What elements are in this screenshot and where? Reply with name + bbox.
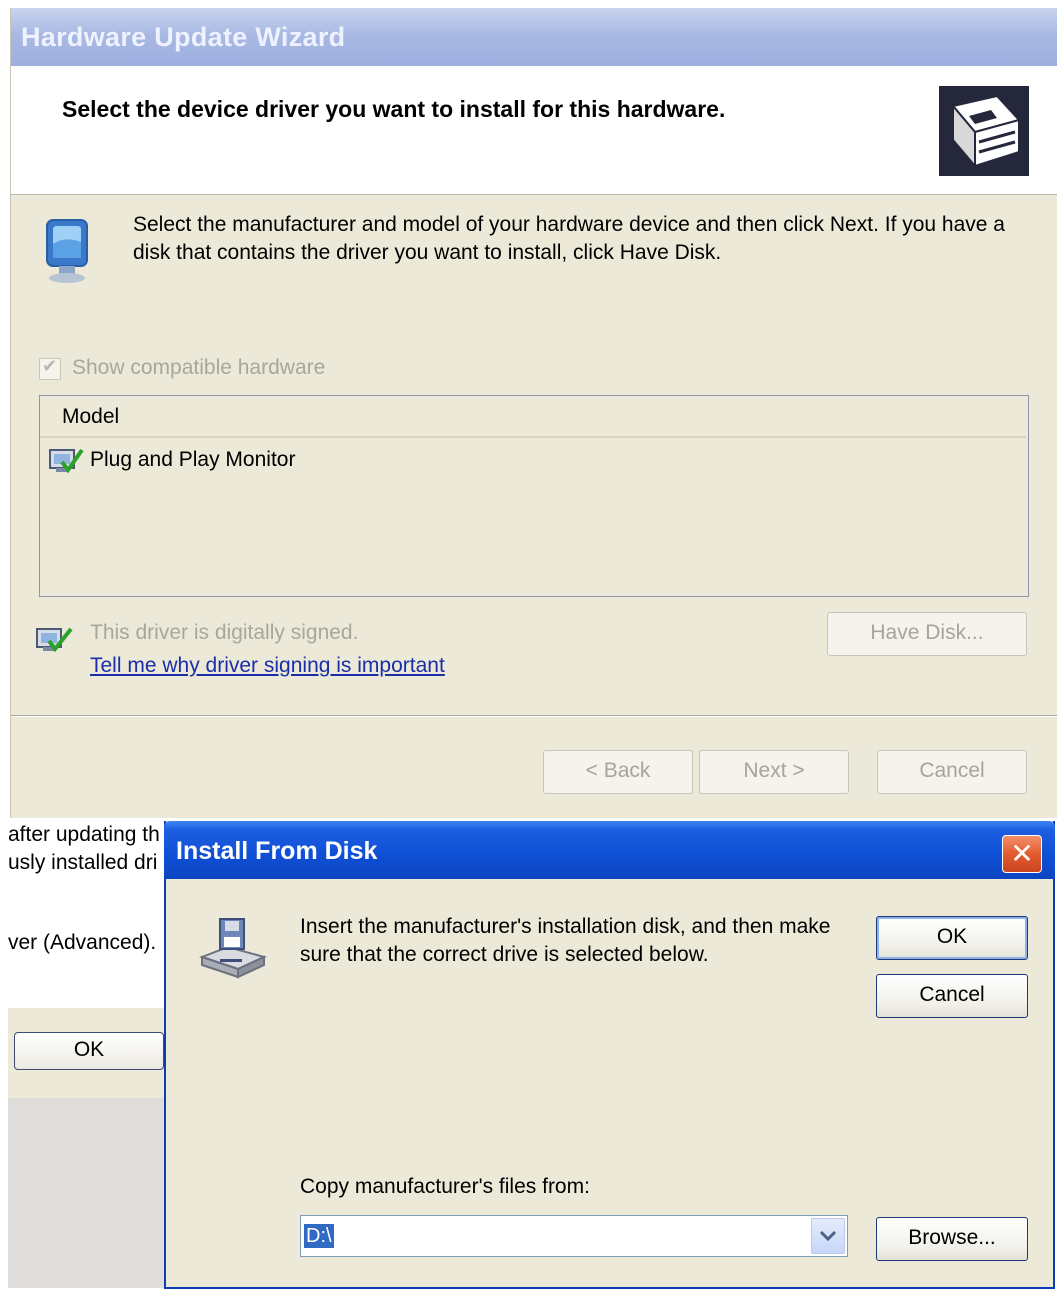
driver-signing-link[interactable]: Tell me why driver signing is important xyxy=(90,654,445,678)
background-dialog: after updating th usly installed dri ver… xyxy=(8,818,178,1100)
cancel-button[interactable]: Cancel xyxy=(876,974,1028,1018)
driver-signed-status: This driver is digitally signed. xyxy=(90,621,359,644)
close-icon[interactable]: ✕ xyxy=(1002,835,1042,873)
path-value[interactable]: D:\ xyxy=(304,1224,334,1248)
copy-files-from-label: Copy manufacturer's files from: xyxy=(300,1175,590,1198)
monitor-driver-icon xyxy=(48,446,84,476)
wizard-header: Select the device driver you want to ins… xyxy=(11,66,1057,195)
show-compatible-hardware-label: Show compatible hardware xyxy=(72,356,326,379)
wizard-description: Select the manufacturer and model of you… xyxy=(133,213,1005,264)
install-from-disk-dialog: Install From Disk ✕ Insert the manufactu… xyxy=(164,821,1055,1289)
background-text-line: usly installed dri xyxy=(8,851,158,874)
wizard-title: Hardware Update Wizard xyxy=(21,22,346,52)
wizard-cancel-button[interactable]: Cancel xyxy=(877,750,1027,794)
background-text-line: after updating th xyxy=(8,823,160,846)
wizard-heading: Select the device driver you want to ins… xyxy=(62,96,726,122)
wizard-title-bar[interactable]: Hardware Update Wizard xyxy=(11,8,1057,66)
checkmark-icon: ✔ xyxy=(42,356,58,376)
browse-button[interactable]: Browse... xyxy=(876,1217,1028,1261)
install-from-disk-title: Install From Disk xyxy=(176,837,378,865)
floppy-drive-icon xyxy=(198,913,268,983)
hardware-update-wizard-window: Hardware Update Wizard Select the device… xyxy=(10,8,1057,818)
signed-driver-icon xyxy=(35,623,75,655)
monitor-icon xyxy=(43,218,93,286)
back-button[interactable]: < Back xyxy=(543,750,693,794)
copy-files-from-combobox[interactable]: D:\ xyxy=(300,1215,848,1257)
wizard-divider xyxy=(11,715,1057,717)
background-dialog-footer: OK xyxy=(8,1008,178,1100)
hardware-card-icon xyxy=(939,86,1029,176)
model-column-header-label: Model xyxy=(62,405,120,428)
ok-button[interactable]: OK xyxy=(876,916,1028,960)
background-ok-button[interactable]: OK xyxy=(14,1032,164,1070)
model-column-header[interactable]: Model xyxy=(40,396,1026,438)
have-disk-button[interactable]: Have Disk... xyxy=(827,612,1027,656)
model-item-label: Plug and Play Monitor xyxy=(90,448,296,471)
install-from-disk-title-bar[interactable]: Install From Disk ✕ xyxy=(164,821,1055,879)
install-from-disk-message: Insert the manufacturer's installation d… xyxy=(300,915,831,966)
model-list[interactable]: Model Plug and Play Monitor xyxy=(39,395,1029,597)
background-text-line: ver (Advanced). xyxy=(8,931,157,954)
next-button[interactable]: Next > xyxy=(699,750,849,794)
checkbox[interactable]: ✔ xyxy=(39,356,61,380)
chevron-down-icon[interactable] xyxy=(811,1218,845,1254)
background-gray-area xyxy=(8,1098,166,1288)
